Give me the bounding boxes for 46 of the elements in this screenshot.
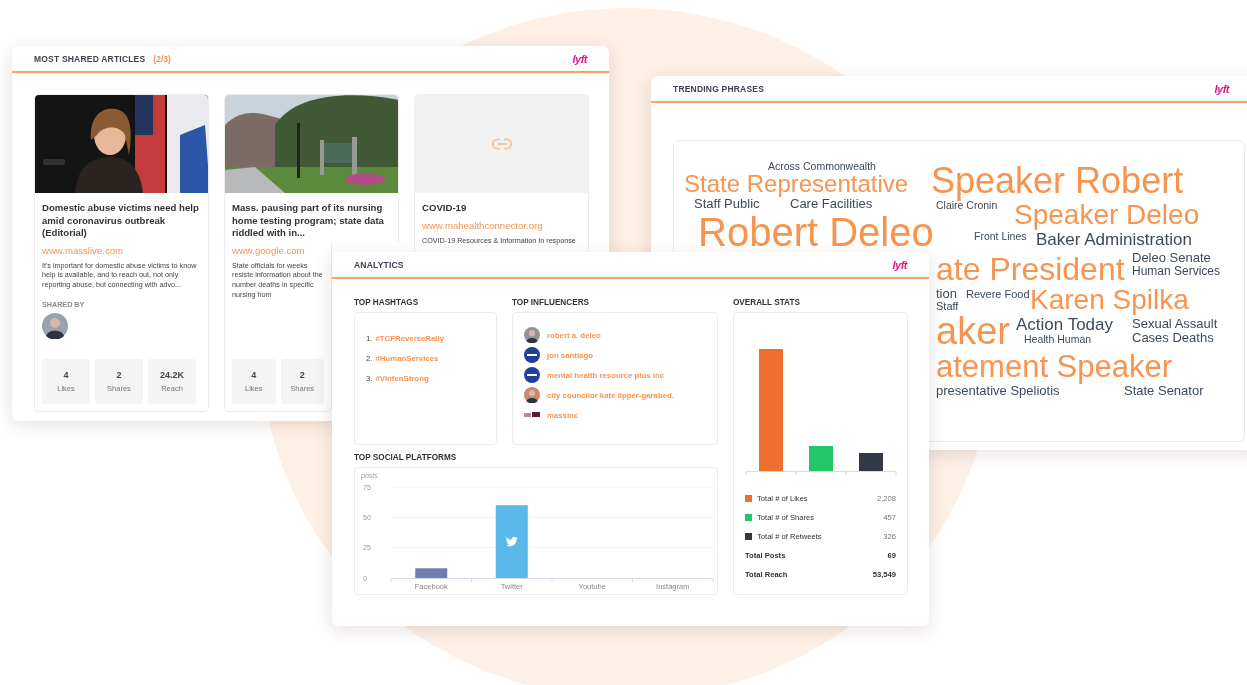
phrase[interactable]: Health Human	[1024, 334, 1092, 345]
panel-title: ANALYTICS	[354, 259, 404, 270]
article-card[interactable]: COVID-19	[414, 94, 589, 217]
phrase[interactable]: Care Facilities	[790, 197, 873, 210]
panel-title: MOST SHARED ARTICLES	[34, 53, 146, 64]
logo: lyft	[892, 258, 907, 271]
bird-icon	[505, 536, 518, 547]
stat-value: 4	[63, 369, 69, 380]
panel-title: TRENDING PHRASES	[673, 83, 765, 94]
phrase[interactable]: tion	[936, 287, 957, 300]
phrase[interactable]: Front Lines	[974, 231, 1027, 242]
phrase[interactable]: Human Services	[1132, 265, 1221, 277]
phrase[interactable]: Across Commonwealth	[768, 161, 876, 172]
bar	[415, 568, 448, 578]
section-title: TOP HASHTAGS	[354, 298, 419, 307]
phrase[interactable]: Baker Administration	[1036, 231, 1192, 248]
section-title: TOP INFLUENCERS	[512, 298, 590, 307]
logo: lyft	[572, 52, 587, 65]
badge-icon	[524, 347, 540, 363]
avatar	[524, 327, 540, 343]
stat-value: 24.2K	[160, 369, 184, 380]
phrase[interactable]: Staff Public	[694, 197, 760, 210]
badge-icon	[524, 367, 540, 383]
avatar	[524, 387, 540, 403]
phrase[interactable]: presentative Speliotis	[936, 384, 1060, 397]
stat-value: 2	[116, 369, 122, 380]
phrase[interactable]: Staff	[936, 301, 959, 312]
phrase[interactable]: Cases Deaths	[1132, 331, 1214, 344]
phrase[interactable]: Deleo Senate	[1132, 251, 1211, 264]
article-title: Mass. pausing part of its nursing home testing program; state data riddled with in...	[231, 201, 385, 241]
section-title: OVERALL STATS	[733, 298, 800, 307]
stat-value: 2	[299, 369, 305, 380]
article-card[interactable]: Mass. pausing part of its nursing home testing program; state data riddled with in...	[224, 94, 399, 242]
phrase[interactable]: State Senator	[1124, 384, 1204, 397]
logo: lyft	[1214, 82, 1229, 95]
section-title: TOP SOCIAL PLATFORMS	[354, 453, 457, 462]
phrase[interactable]: Action Today	[1016, 316, 1114, 333]
article-card[interactable]: Domestic abuse victims need help amid coronavirus outbreak (Editorial)	[34, 94, 209, 242]
phrase[interactable]: Claire Cronin	[936, 200, 998, 211]
stat-value: 4	[251, 369, 257, 380]
avatar	[42, 312, 68, 339]
article-title: Domestic abuse victims need help amid coronavirus outbreak (Editorial)	[41, 201, 200, 241]
article-title: COVID-19	[421, 201, 468, 215]
page-counter: (2/3)	[153, 53, 171, 64]
phrase[interactable]: Sexual Assault	[1132, 317, 1218, 330]
phrase[interactable]: Revere Food	[966, 289, 1030, 300]
